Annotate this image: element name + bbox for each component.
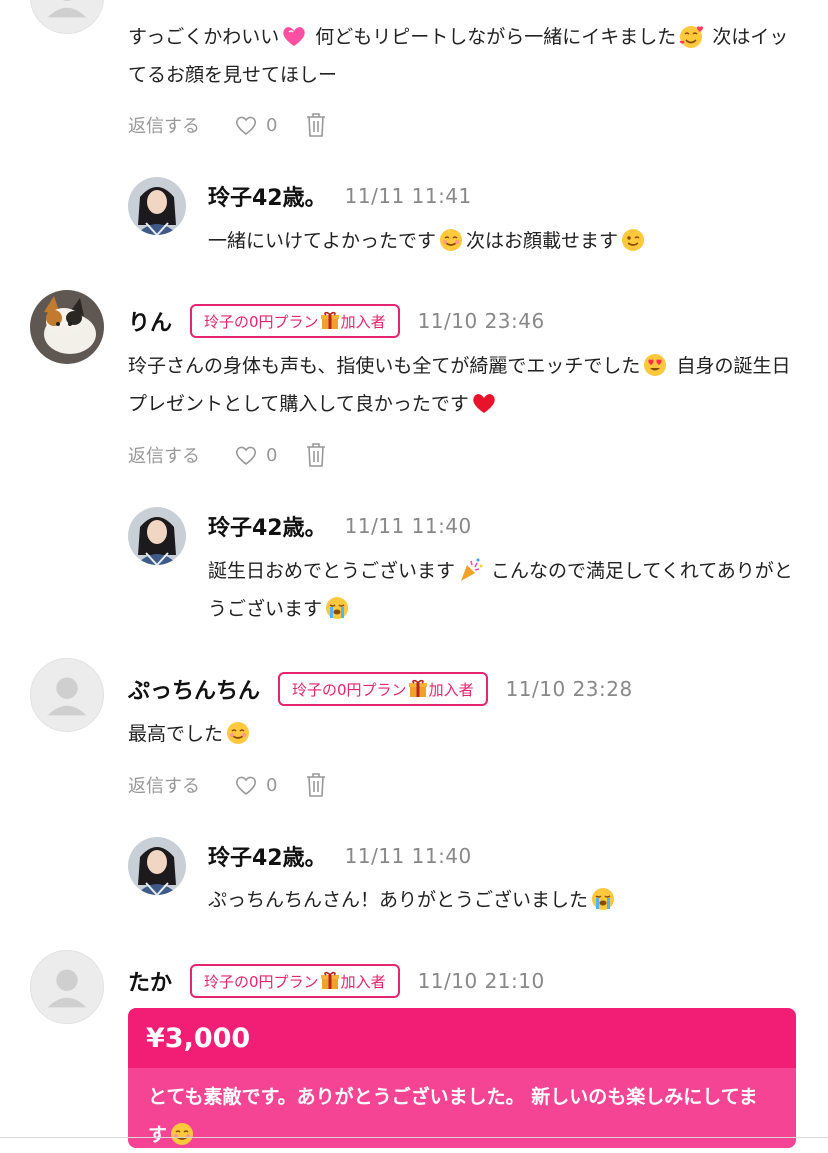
smiling-face-emoji-icon xyxy=(169,1121,195,1147)
reiko-photo-icon xyxy=(128,837,186,895)
avatar-reiko[interactable] xyxy=(128,507,186,565)
smiling-face-emoji-icon xyxy=(225,720,251,746)
heart-outline-icon xyxy=(235,776,257,796)
reply-author-name[interactable]: 玲子42歳。 xyxy=(208,840,327,872)
like-button[interactable]: 0 xyxy=(234,773,277,797)
tip-message: とても素敵です。ありがとうございました。 新しいのも楽しみにしてます xyxy=(128,1068,796,1148)
heart-outline-icon xyxy=(235,116,257,136)
reply-body: 一緒にいけてよかったです 次はお顔載せます xyxy=(208,222,798,260)
reply-timestamp: 11/11 11:41 xyxy=(344,184,472,208)
smiling-face-emoji-icon xyxy=(438,227,464,253)
party-popper-emoji-icon xyxy=(457,557,483,583)
like-count: 0 xyxy=(266,444,278,466)
like-button[interactable]: 0 xyxy=(234,113,277,137)
loudly-crying-emoji-icon xyxy=(590,886,616,912)
red-heart-emoji-icon xyxy=(471,390,497,416)
comment-body: 最高でした xyxy=(128,715,798,753)
trash-icon[interactable] xyxy=(305,112,327,138)
user-placeholder-icon xyxy=(47,969,87,1008)
comment-header: たか 玲子の0円プラン 加入者 11/10 21:10 xyxy=(128,961,545,1001)
avatar-default[interactable] xyxy=(30,658,104,732)
plan-member-badge: 玲子の0円プラン 加入者 xyxy=(278,672,488,706)
user-placeholder-icon xyxy=(47,0,87,18)
comment-timestamp: 11/10 23:46 xyxy=(417,309,545,333)
avatar-rin[interactable] xyxy=(30,290,104,364)
reply-author-name[interactable]: 玲子42歳。 xyxy=(208,510,327,542)
bottom-divider xyxy=(0,1137,828,1138)
gift-icon xyxy=(408,679,427,697)
like-button[interactable]: 0 xyxy=(234,443,277,467)
reply-header: 玲子42歳。 11/11 11:40 xyxy=(208,506,472,546)
winking-face-emoji-icon xyxy=(620,227,646,253)
trash-icon[interactable] xyxy=(305,772,327,798)
gift-icon xyxy=(320,971,339,989)
cat-photo-icon xyxy=(30,290,104,364)
pink-heart-emoji-icon xyxy=(281,23,307,49)
comment-actions: 返信する 0 xyxy=(128,110,327,140)
heart-outline-icon xyxy=(235,446,257,466)
tip-card: ¥3,000 とても素敵です。ありがとうございました。 新しいのも楽しみにしてま… xyxy=(128,1008,796,1148)
plan-member-badge: 玲子の0円プラン 加入者 xyxy=(190,964,400,998)
comment-author-name[interactable]: たか xyxy=(128,965,172,997)
reply-timestamp: 11/11 11:40 xyxy=(344,844,472,868)
comment-author-name[interactable]: ぷっちんちん xyxy=(128,673,260,705)
comment-header: ぷっちんちん 玲子の0円プラン 加入者 11/10 23:28 xyxy=(128,669,633,709)
reply-header: 玲子42歳。 11/11 11:41 xyxy=(208,176,472,216)
comment-timestamp: 11/10 23:28 xyxy=(505,677,633,701)
comment-header: りん 玲子の0円プラン 加入者 11/10 23:46 xyxy=(128,301,545,341)
heart-eyes-emoji-icon xyxy=(642,352,668,378)
comment-body: 玲子さんの身体も声も、指使いも全てが綺麗でエッチでした 自身の誕生日プレゼントと… xyxy=(128,347,798,423)
gift-icon xyxy=(320,311,339,329)
user-placeholder-icon xyxy=(47,677,87,716)
avatar-default[interactable] xyxy=(30,950,104,1024)
comment-author-name[interactable]: りん xyxy=(128,305,172,337)
plan-member-badge: 玲子の0円プラン 加入者 xyxy=(190,304,400,338)
reply-timestamp: 11/11 11:40 xyxy=(344,514,472,538)
comment-body: すっごくかわいい 何どもリピートしながら一緒にイキました 次はイッてるお顔を見せ… xyxy=(128,18,798,94)
reply-author-name[interactable]: 玲子42歳。 xyxy=(208,180,327,212)
reply-button[interactable]: 返信する xyxy=(128,442,200,468)
comment-timestamp: 11/10 21:10 xyxy=(417,969,545,993)
reiko-photo-icon xyxy=(128,177,186,235)
reply-button[interactable]: 返信する xyxy=(128,112,200,138)
trash-icon[interactable] xyxy=(305,442,327,468)
smiling-face-with-hearts-emoji-icon xyxy=(678,23,704,49)
reply-header: 玲子42歳。 11/11 11:40 xyxy=(208,836,472,876)
avatar-reiko[interactable] xyxy=(128,177,186,235)
loudly-crying-emoji-icon xyxy=(324,595,350,621)
tip-amount: ¥3,000 xyxy=(128,1008,796,1068)
like-count: 0 xyxy=(266,774,278,796)
reply-body: ぷっちんちんさん！ありがとうございました xyxy=(208,881,798,919)
like-count: 0 xyxy=(266,114,278,136)
avatar-default[interactable] xyxy=(30,0,104,34)
comment-actions: 返信する 0 xyxy=(128,770,327,800)
reply-button[interactable]: 返信する xyxy=(128,772,200,798)
reply-body: 誕生日おめでとうございます こんなので満足してくれてありがとうございます xyxy=(208,552,798,628)
reiko-photo-icon xyxy=(128,507,186,565)
avatar-reiko[interactable] xyxy=(128,837,186,895)
comment-actions: 返信する 0 xyxy=(128,440,327,470)
